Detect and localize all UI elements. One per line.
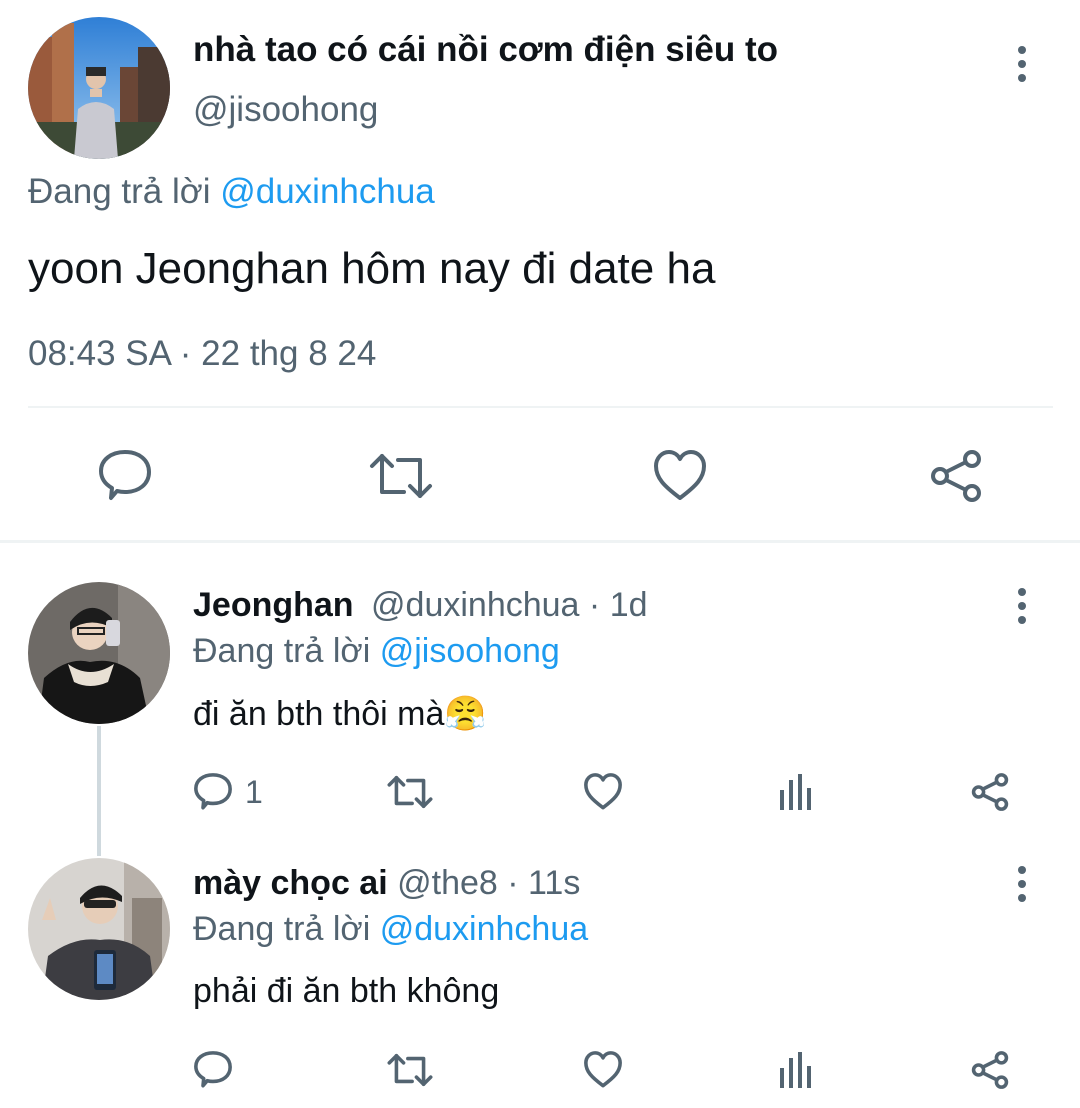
user-handle[interactable]: @the8 [397,864,498,902]
like-icon[interactable] [583,772,623,812]
thread-line [97,726,101,856]
reply-to-link[interactable]: @jisoohong [380,632,560,670]
reply-icon[interactable] [193,1050,233,1090]
reply-context: Đang trả lời @duxinhchua [193,910,588,949]
user-handle[interactable]: @jisoohong [193,90,378,130]
retweet-icon[interactable] [386,772,434,812]
tweet-text: yoon Jeonghan hôm nay đi date ha [28,244,716,293]
tweet-text: đi ăn bth thôi mà😤 [193,694,487,734]
divider [28,406,1053,408]
display-name[interactable]: mày chọc ai [193,864,388,902]
display-name[interactable]: Jeonghan [193,586,354,624]
tweet-header: Jeonghan @duxinhchua · 1d [193,586,648,625]
emoji: 😤 [444,695,487,733]
reply-to-link[interactable]: @duxinhchua [220,172,435,211]
share-icon[interactable] [928,448,984,504]
reply-icon[interactable] [97,448,153,504]
retweet-icon[interactable] [386,1050,434,1090]
reply-context: Đang trả lời @duxinhchua [28,172,435,212]
more-options-icon[interactable] [1012,42,1032,86]
tweet-header: mày chọc ai @the8 · 11s [193,864,580,903]
section-divider [0,540,1080,543]
reply-to-link[interactable]: @duxinhchua [380,910,588,948]
reply-context: Đang trả lời @jisoohong [193,632,560,671]
retweet-icon[interactable] [368,448,434,504]
reply-icon[interactable] [193,772,233,812]
like-icon[interactable] [583,1050,623,1090]
reply-context-prefix: Đang trả lời [28,172,211,211]
tweet-timestamp[interactable]: 08:43 SA · 22 thg 8 24 [28,334,376,374]
more-options-icon[interactable] [1012,862,1032,906]
share-icon[interactable] [970,1050,1010,1090]
reply-context-prefix: Đang trả lời [193,910,371,948]
user-handle[interactable]: @duxinhchua [371,586,579,624]
display-name[interactable]: nhà tao có cái nồi cơm điện siêu to [193,30,778,70]
avatar[interactable] [28,582,170,724]
more-options-icon[interactable] [1012,584,1032,628]
avatar[interactable] [28,17,170,159]
analytics-icon[interactable] [778,772,814,812]
avatar[interactable] [28,858,170,1000]
share-icon[interactable] [970,772,1010,812]
reply-context-prefix: Đang trả lời [193,632,371,670]
analytics-icon[interactable] [778,1050,814,1090]
tweet-text-content: đi ăn bth thôi mà [193,695,445,733]
like-icon[interactable] [652,448,708,504]
reply-count: 1 [245,774,263,810]
tweet-text: phải đi ăn bth không [193,972,500,1010]
tweet-time[interactable]: · 1d [589,586,648,624]
tweet-time[interactable]: · 11s [507,864,580,902]
